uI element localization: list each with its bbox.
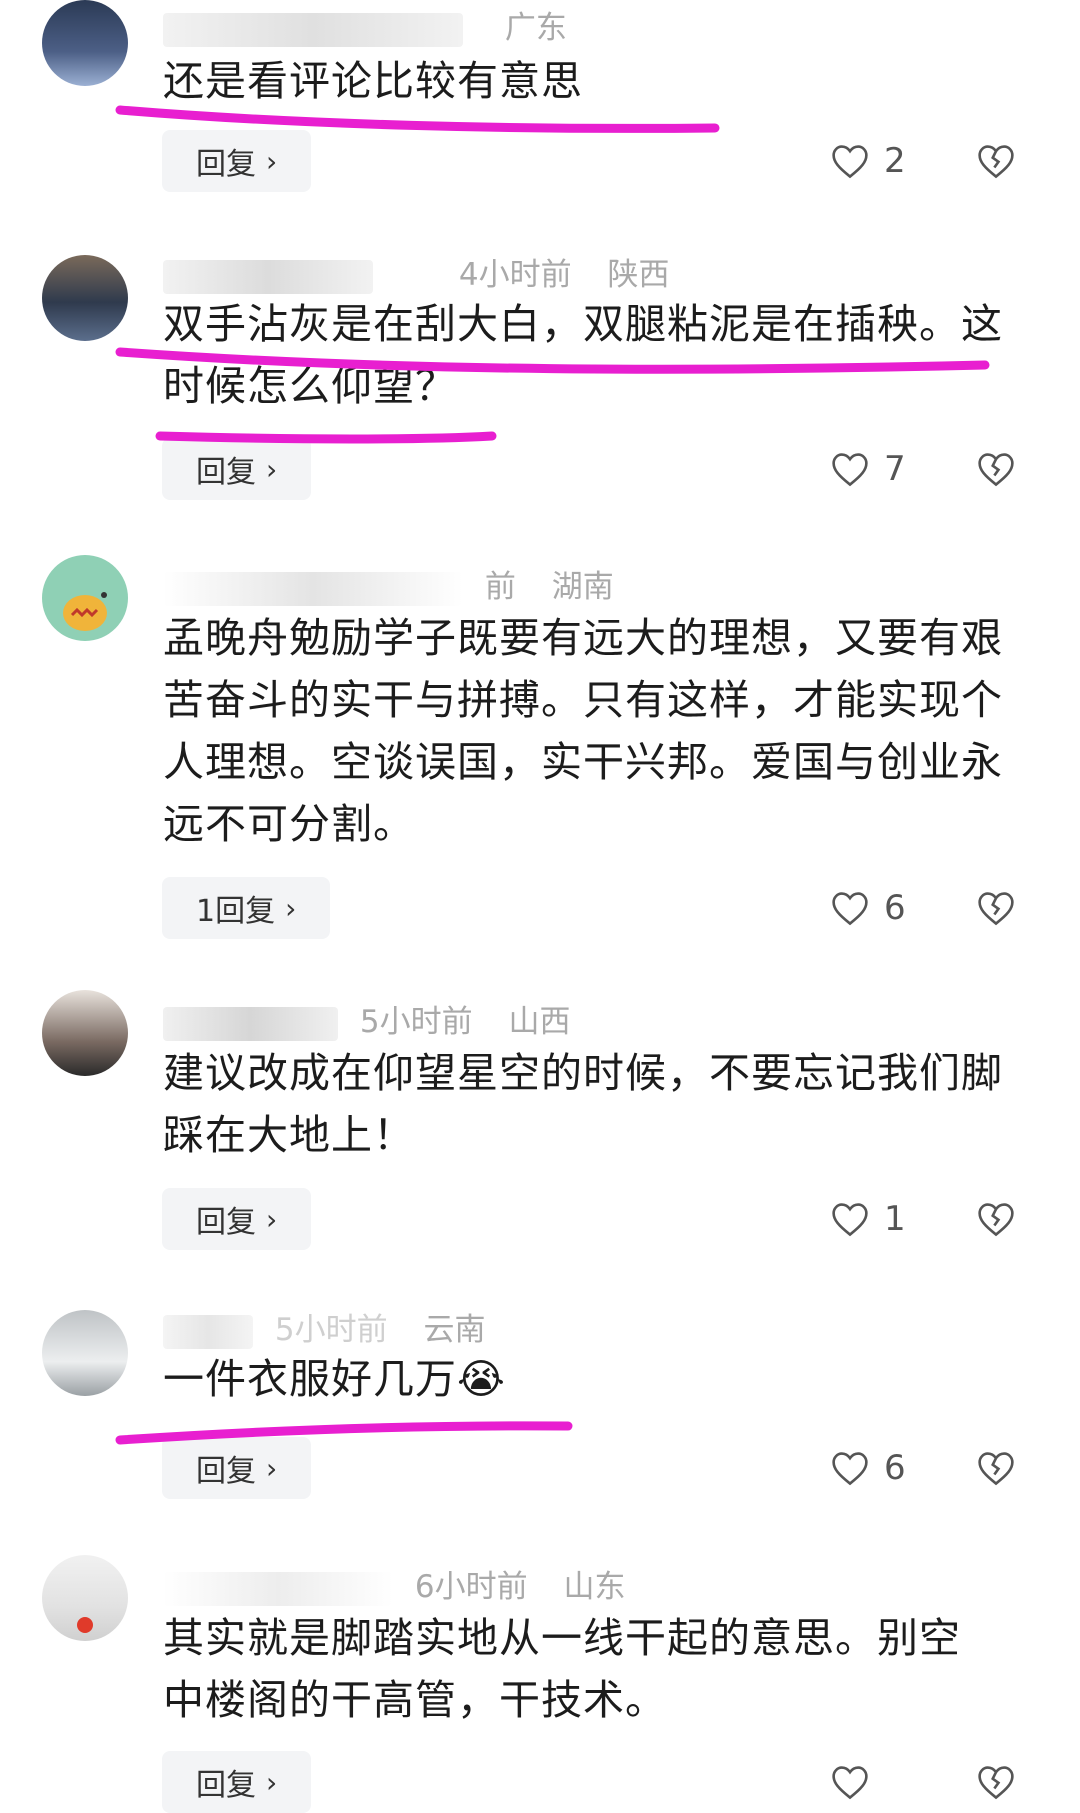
chevron-right-icon: ›	[266, 1202, 278, 1236]
reply-button[interactable]: 回复 ›	[162, 438, 312, 500]
reply-button[interactable]: 回复 ›	[162, 1188, 312, 1250]
comment-region: 广东	[504, 10, 567, 46]
chevron-right-icon: ›	[266, 144, 278, 178]
username-blurred[interactable]	[163, 1006, 338, 1041]
comment-meta: 5小时前 山西	[163, 996, 570, 1041]
chevron-right-icon: ›	[266, 452, 278, 486]
heart-outline-icon	[832, 1452, 868, 1486]
reply-label: 回复	[196, 1205, 256, 1240]
broken-heart-icon	[978, 1766, 1014, 1800]
broken-heart-icon	[978, 1203, 1014, 1237]
heart-outline-icon	[832, 1203, 868, 1237]
reply-button[interactable]: 回复 ›	[162, 1437, 312, 1499]
comment-meta: 广东	[163, 2, 567, 47]
like-button[interactable]: 6	[830, 1437, 906, 1499]
comment-meta: 前 湖南	[163, 561, 614, 606]
comment-text[interactable]: 其实就是脚踏实地从一线干起的意思。别空中楼阁的干高管，干技术。	[163, 1607, 963, 1731]
avatar[interactable]	[42, 1310, 128, 1396]
like-button[interactable]: 1	[830, 1188, 906, 1250]
like-count: 6	[884, 1448, 906, 1488]
reply-label: 1回复	[196, 894, 276, 929]
avatar[interactable]	[42, 555, 128, 641]
comment-text-body: 一件衣服好几万	[163, 1355, 457, 1403]
broken-heart-icon	[978, 145, 1014, 179]
comment-time: 6小时前	[414, 1569, 528, 1605]
like-button[interactable]: 2	[830, 130, 906, 192]
avatar[interactable]	[42, 990, 128, 1076]
broken-heart-icon	[978, 892, 1014, 926]
comment-time: 5小时前	[274, 1312, 388, 1348]
comment-meta: 6小时前 山东	[163, 1561, 625, 1606]
broken-heart-icon	[978, 1452, 1014, 1486]
comment-region: 云南	[423, 1312, 486, 1348]
comment-time: 前	[484, 569, 516, 605]
dislike-button[interactable]	[976, 1751, 1016, 1813]
username-blurred[interactable]	[163, 259, 373, 294]
heart-outline-icon	[832, 892, 868, 926]
username-blurred[interactable]	[163, 571, 463, 606]
username-blurred[interactable]	[163, 1314, 253, 1349]
underline-stroke	[115, 105, 720, 133]
reply-label: 回复	[196, 1454, 256, 1489]
comment-text[interactable]: 还是看评论比较有意思	[163, 50, 1013, 112]
reply-label: 回复	[196, 455, 256, 490]
comment-text[interactable]: 一件衣服好几万😭	[163, 1348, 1013, 1410]
like-button[interactable]: 7	[830, 438, 906, 500]
reply-button[interactable]: 1回复 ›	[162, 877, 331, 939]
comment-time: 4小时前	[458, 257, 572, 293]
crying-emoji-icon: 😭	[457, 1355, 506, 1403]
broken-heart-icon	[978, 453, 1014, 487]
like-count: 1	[884, 1199, 906, 1239]
heart-outline-icon	[832, 1766, 868, 1800]
dislike-button[interactable]	[976, 877, 1016, 939]
reply-label: 回复	[196, 147, 256, 182]
dislike-button[interactable]	[976, 1188, 1016, 1250]
dislike-button[interactable]	[976, 1437, 1016, 1499]
avatar-figure-icon	[77, 1617, 93, 1633]
comment-text[interactable]: 孟晚舟勉励学子既要有远大的理想，又要有艰苦奋斗的实干与拼搏。只有这样，才能实现个…	[163, 607, 1013, 855]
comment-meta: 5小时前 云南	[163, 1304, 485, 1349]
comment-region: 山西	[508, 1004, 571, 1040]
reply-label: 回复	[196, 1768, 256, 1803]
reply-button[interactable]: 回复 ›	[162, 1751, 312, 1813]
like-button[interactable]: 6	[830, 877, 906, 939]
like-button[interactable]	[830, 1751, 884, 1813]
reply-button[interactable]: 回复 ›	[162, 130, 312, 192]
comment-region: 湖南	[551, 569, 614, 605]
avatar[interactable]	[42, 1555, 128, 1641]
monster-avatar-icon	[63, 592, 107, 631]
comment-text[interactable]: 双手沾灰是在刮大白，双腿粘泥是在插秧。这时候怎么仰望？	[163, 293, 1013, 417]
username-blurred[interactable]	[163, 12, 463, 47]
comment-time: 5小时前	[359, 1004, 473, 1040]
chevron-right-icon: ›	[285, 891, 297, 925]
username-blurred[interactable]	[163, 1571, 393, 1606]
avatar[interactable]	[42, 255, 128, 341]
chevron-right-icon: ›	[266, 1765, 278, 1799]
chevron-right-icon: ›	[266, 1451, 278, 1485]
like-count: 6	[884, 888, 906, 928]
comment-meta: 4小时前 陕西	[163, 249, 669, 294]
comment-region: 陕西	[607, 257, 670, 293]
dislike-button[interactable]	[976, 130, 1016, 192]
dislike-button[interactable]	[976, 438, 1016, 500]
heart-outline-icon	[832, 145, 868, 179]
comment-text[interactable]: 建议改成在仰望星空的时候，不要忘记我们脚踩在大地上！	[163, 1042, 1013, 1166]
avatar[interactable]	[42, 0, 128, 86]
like-count: 7	[884, 449, 906, 489]
like-count: 2	[884, 141, 906, 181]
comment-region: 山东	[563, 1569, 626, 1605]
heart-outline-icon	[832, 453, 868, 487]
